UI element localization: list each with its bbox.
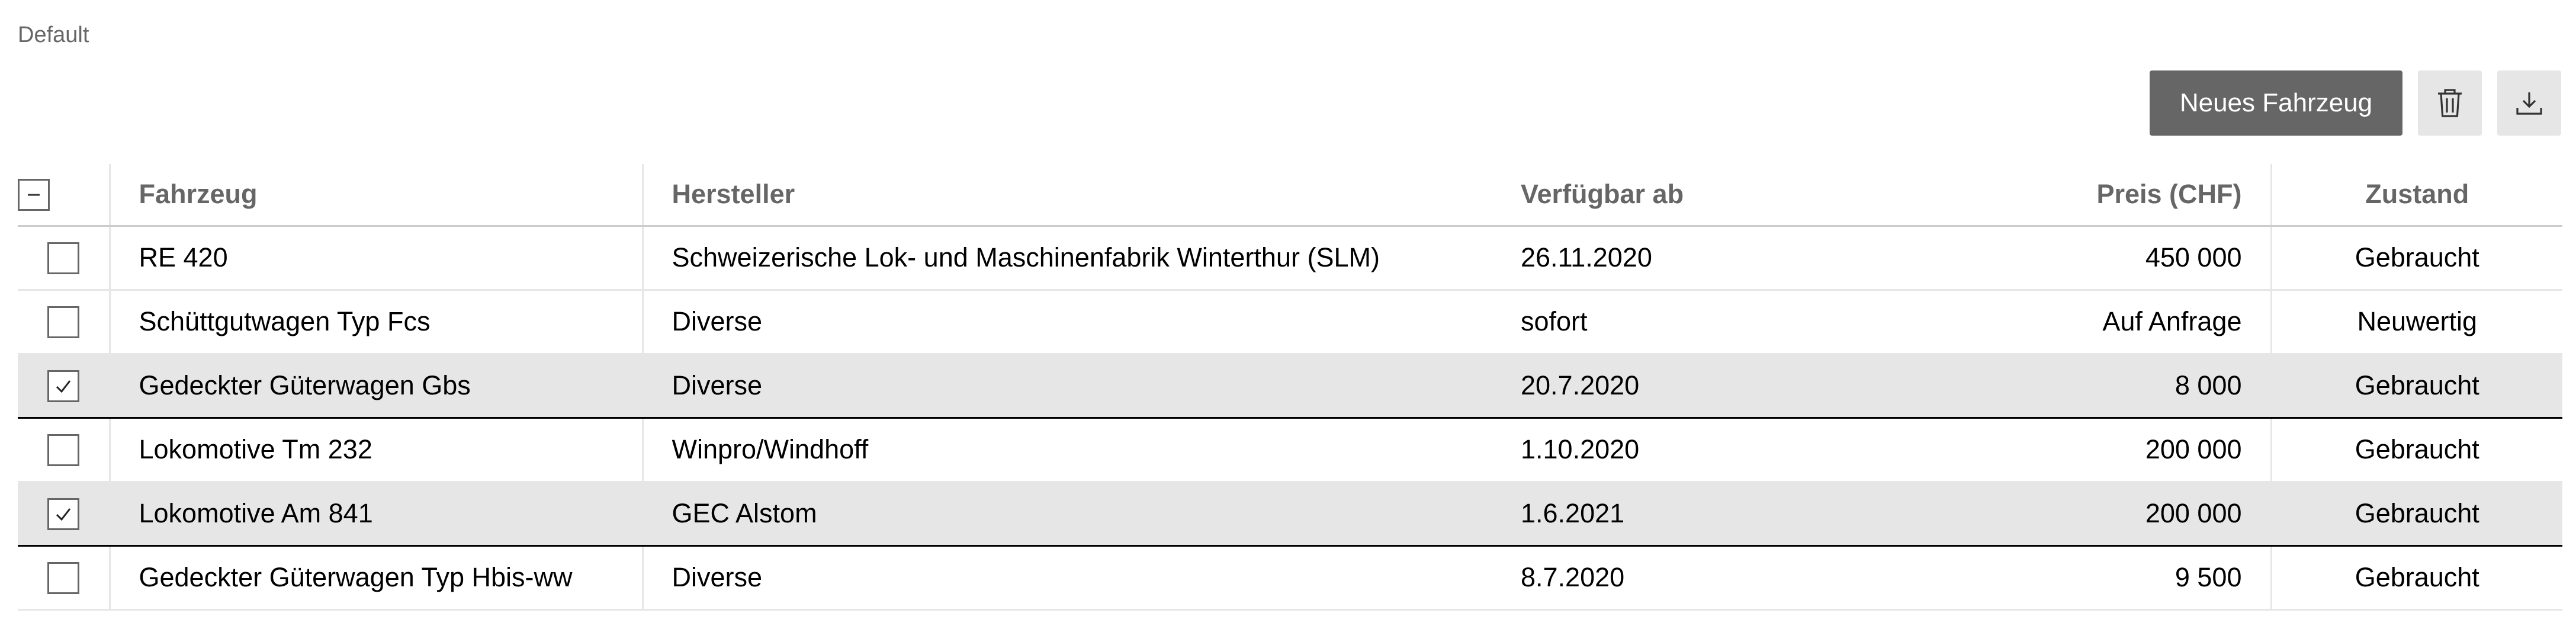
cell-available-from: 26.11.2020 [1492, 226, 1945, 291]
cell-manufacturer: Diverse [643, 545, 1492, 611]
column-header-price[interactable]: Preis (CHF) [1945, 164, 2272, 227]
table-body: RE 420 Schweizerische Lok- und Maschinenf… [18, 226, 2562, 611]
download-button[interactable] [2497, 70, 2561, 136]
cell-price: 450 000 [1945, 226, 2272, 291]
cell-vehicle: Gedeckter Güterwagen Gbs [110, 354, 644, 419]
table-row[interactable]: Lokomotive Am 841 GEC Alstom 1.6.2021 200 0… [18, 482, 2562, 547]
select-all-checkbox[interactable] [18, 179, 50, 211]
delete-button[interactable] [2418, 70, 2482, 136]
cell-price: Auf Anfrage [1945, 290, 2272, 355]
row-select-cell [18, 545, 111, 611]
cell-available-from: 8.7.2020 [1492, 545, 1945, 611]
row-checkbox[interactable] [47, 306, 79, 339]
minus-icon [28, 194, 40, 196]
table-toolbar: Neues Fahrzeug [2150, 70, 2561, 136]
cell-vehicle: RE 420 [110, 226, 644, 291]
cell-price: 200 000 [1945, 418, 2272, 483]
cell-condition: Gebraucht [2271, 418, 2562, 483]
table-row[interactable]: RE 420 Schweizerische Lok- und Maschinenf… [18, 226, 2562, 291]
table-row[interactable]: Gedeckter Güterwagen Typ Hbis-ww Diverse 8… [18, 545, 2562, 611]
table-row[interactable]: Gedeckter Güterwagen Gbs Diverse 20.7.2020… [18, 354, 2562, 419]
table-row[interactable]: Lokomotive Tm 232 Winpro/Windhoff 1.10.202… [18, 418, 2562, 483]
cell-available-from: 1.10.2020 [1492, 418, 1945, 483]
cell-vehicle: Lokomotive Tm 232 [110, 418, 644, 483]
cell-available-from: 20.7.2020 [1492, 354, 1945, 419]
cell-condition: Gebraucht [2271, 354, 2562, 419]
row-checkbox[interactable] [47, 562, 79, 595]
cell-condition: Gebraucht [2271, 226, 2562, 291]
column-header-manufacturer[interactable]: Hersteller [643, 164, 1492, 227]
row-checkbox[interactable] [47, 498, 79, 531]
cell-available-from: sofort [1492, 290, 1945, 355]
row-checkbox[interactable] [47, 434, 79, 467]
column-header-vehicle[interactable]: Fahrzeug [110, 164, 644, 227]
cell-vehicle: Lokomotive Am 841 [110, 482, 644, 547]
column-header-available-from[interactable]: Verfügbar ab [1492, 164, 1945, 227]
row-select-cell [18, 354, 111, 419]
cell-condition: Gebraucht [2271, 482, 2562, 547]
cell-vehicle: Gedeckter Güterwagen Typ Hbis-ww [110, 545, 644, 611]
row-select-cell [18, 418, 111, 483]
cell-manufacturer: Schweizerische Lok- und Maschinenfabrik … [643, 226, 1492, 291]
cell-price: 9 500 [1945, 545, 2272, 611]
new-vehicle-button[interactable]: Neues Fahrzeug [2150, 70, 2402, 136]
checkmark-icon [56, 380, 70, 393]
trash-icon [2438, 89, 2462, 117]
row-select-cell [18, 290, 111, 355]
cell-price: 200 000 [1945, 482, 2272, 547]
table-row[interactable]: Schüttgutwagen Typ Fcs Diverse sofort Auf A… [18, 290, 2562, 355]
cell-available-from: 1.6.2021 [1492, 482, 1945, 547]
row-select-cell [18, 482, 111, 547]
cell-manufacturer: GEC Alstom [643, 482, 1492, 547]
cell-price: 8 000 [1945, 354, 2272, 419]
vehicle-table: Fahrzeug Hersteller Verfügbar ab Preis (… [18, 164, 2562, 611]
table-header-row: Fahrzeug Hersteller Verfügbar ab Preis (… [18, 164, 2562, 227]
cell-condition: Gebraucht [2271, 545, 2562, 611]
page-caption: Default [18, 23, 89, 47]
cell-manufacturer: Diverse [643, 354, 1492, 419]
cell-condition: Neuwertig [2271, 290, 2562, 355]
select-all-cell [18, 164, 111, 227]
cell-manufacturer: Diverse [643, 290, 1492, 355]
column-header-condition[interactable]: Zustand [2271, 164, 2562, 227]
cell-vehicle: Schüttgutwagen Typ Fcs [110, 290, 644, 355]
row-checkbox[interactable] [47, 242, 79, 275]
download-icon [2516, 92, 2542, 115]
cell-manufacturer: Winpro/Windhoff [643, 418, 1492, 483]
row-checkbox[interactable] [47, 370, 79, 403]
row-select-cell [18, 226, 111, 291]
checkmark-icon [56, 508, 70, 521]
